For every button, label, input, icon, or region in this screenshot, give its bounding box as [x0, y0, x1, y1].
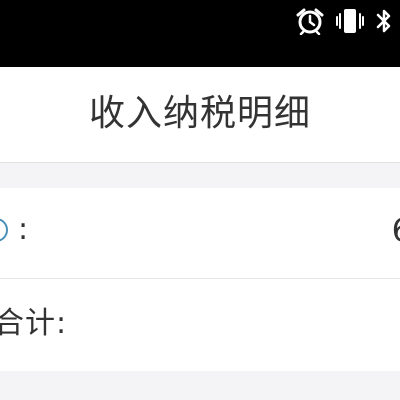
header-bar: 收入纳税明细: [0, 67, 400, 163]
detail-row: : 6: [0, 188, 400, 279]
page-title: 收入纳税明细: [88, 93, 311, 134]
row-colon: :: [18, 212, 29, 247]
info-icon[interactable]: [0, 215, 10, 245]
bluetooth-icon: [376, 9, 391, 33]
bottom-gap: [0, 372, 400, 400]
row-value: 6: [392, 208, 400, 252]
total-label: 合计:: [0, 306, 68, 341]
section-gap: [0, 163, 400, 188]
status-bar: [0, 0, 400, 67]
alarm-icon: [296, 8, 324, 35]
total-row: 合计:: [0, 279, 400, 371]
vibrate-icon: [336, 9, 364, 33]
